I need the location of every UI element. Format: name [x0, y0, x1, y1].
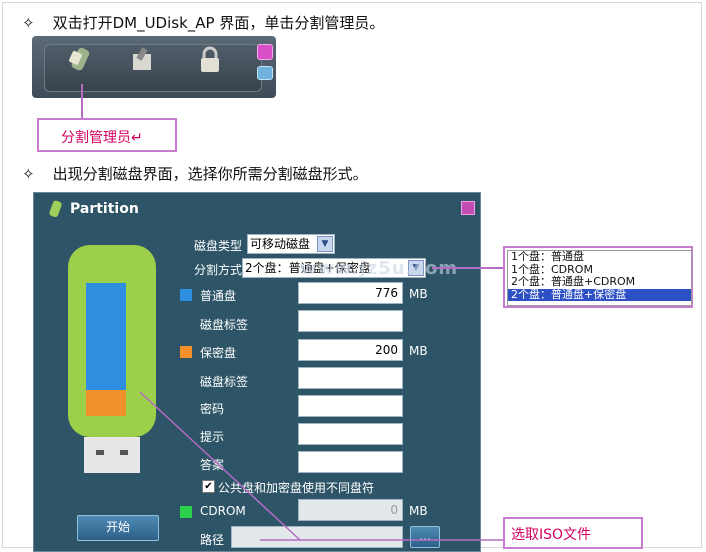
callout2-box: 选取ISO文件 [503, 517, 643, 549]
callout2-text: 选取ISO文件 [511, 527, 592, 543]
callout-connectors [139, 391, 505, 541]
